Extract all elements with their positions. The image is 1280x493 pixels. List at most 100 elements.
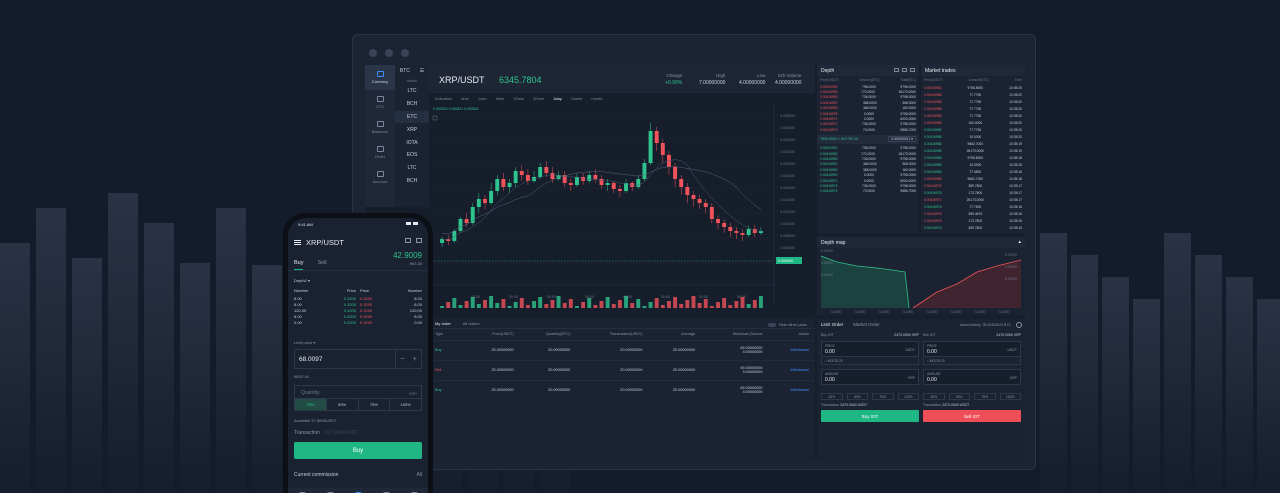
- chart-interval-6[interactable]: 1day: [553, 96, 562, 101]
- chart-add-icon[interactable]: [432, 115, 438, 121]
- coin-item[interactable]: IOTA: [395, 136, 429, 149]
- limit-price-input[interactable]: 68.0097 − +: [294, 349, 422, 369]
- depth-row[interactable]: 0.00416963 368.0000 160.0000: [817, 106, 919, 111]
- depth-precision-select[interactable]: 0.00000001 ▾: [888, 136, 916, 143]
- tab-sell[interactable]: Sell: [317, 260, 326, 270]
- nav-item-order[interactable]: Order: [365, 140, 395, 165]
- settings-icon[interactable]: [1016, 322, 1022, 328]
- sell-pct-75[interactable]: 75%: [974, 393, 996, 400]
- depth-row[interactable]: 0.00416972 736.0000 9798.0000: [817, 183, 919, 188]
- depth-row[interactable]: 0.00416987 368.0000 368.0000: [817, 162, 919, 167]
- depth-row[interactable]: 0.00416973 73.0000 9886.7000: [817, 189, 919, 194]
- buy-pct-100[interactable]: 100%: [897, 393, 919, 400]
- withdrawal-link[interactable]: Withdrawal: [768, 339, 815, 360]
- chart-interval-2[interactable]: 1min: [478, 96, 487, 101]
- coin-item[interactable]: EOS: [395, 149, 429, 162]
- sell-price-field[interactable]: PRICE 0.00 USDT: [923, 341, 1021, 357]
- withdrawal-link[interactable]: Withdrawal: [768, 359, 815, 380]
- depth-row[interactable]: 0.00416983 736.0000 9798.0000: [817, 156, 919, 161]
- window-minimize-dot[interactable]: [385, 49, 393, 57]
- sell-button[interactable]: Sell IOT: [923, 410, 1021, 422]
- depth-row[interactable]: 0.00416983 736.0000 9798.0000: [817, 95, 919, 100]
- depth-view-asks-icon[interactable]: [910, 68, 915, 72]
- hide-pairs-toggle[interactable]: [767, 322, 776, 327]
- buy-pct-50[interactable]: 50%: [846, 393, 868, 400]
- chart-interval-1[interactable]: time: [461, 96, 469, 101]
- phone-pct-75[interactable]: 75%: [359, 399, 391, 410]
- tab-market-order[interactable]: Market Order: [853, 322, 880, 327]
- phone-buy-button[interactable]: Buy: [294, 442, 422, 459]
- buy-pct-25[interactable]: 25%: [821, 393, 843, 400]
- menu-icon[interactable]: [294, 240, 301, 245]
- quantity-input[interactable]: Quantity XRP: [294, 385, 422, 399]
- limit-price-select[interactable]: Limit price ▾: [294, 340, 315, 345]
- buy-price-field[interactable]: PRICE 0.00 USDT: [821, 341, 919, 357]
- depth-row[interactable]: 0.00416993 0.0000 9798.0000: [817, 111, 919, 116]
- depth-row[interactable]: 0.00416983 772.0000 26173.0000: [817, 89, 919, 94]
- coin-item[interactable]: BCH: [395, 98, 429, 111]
- phone-order-book-row[interactable]: 8.00 0.3200 0.3200 8.00: [294, 302, 422, 308]
- window-close-dot[interactable]: [369, 49, 377, 57]
- coin-list-menu-icon[interactable]: ☰: [420, 68, 424, 74]
- phone-depth-select[interactable]: Depth2 ▾: [294, 278, 310, 283]
- withdrawal-link[interactable]: Withdrawal: [768, 379, 815, 400]
- hide-other-pairs[interactable]: Hide other pairs: [767, 322, 807, 327]
- depth-row[interactable]: 0.00416983 772.0000 26173.0000: [817, 151, 919, 156]
- collapse-icon[interactable]: ▴: [1018, 239, 1021, 245]
- increment-button[interactable]: +: [413, 356, 417, 363]
- depth-row[interactable]: 0.00416987 368.0000 368.0000: [817, 100, 919, 105]
- coin-item[interactable]: XRP: [395, 123, 429, 136]
- depth-row[interactable]: 0.00416971 0.0000 6000.0000: [817, 116, 919, 121]
- buy-amount-field[interactable]: AMOUNT 0.00 XRP: [821, 369, 919, 385]
- tab-limit-order[interactable]: Limit Order: [821, 322, 843, 327]
- chart-interval-3[interactable]: 5min: [496, 96, 505, 101]
- phone-order-book-row[interactable]: 120.00 0.3200 0.3200 120.00: [294, 308, 422, 314]
- swap-icon[interactable]: [416, 238, 422, 243]
- chart-interval-4[interactable]: 15min: [513, 96, 524, 101]
- sell-pct-100[interactable]: 100%: [999, 393, 1021, 400]
- tab-buy[interactable]: Buy: [294, 260, 304, 270]
- depth-view-both-icon[interactable]: [894, 68, 899, 72]
- phone-order-book-row[interactable]: 8.00 0.3200 0.3200 8.00: [294, 296, 422, 302]
- window-maximize-dot[interactable]: [401, 49, 409, 57]
- nav-item-otc[interactable]: OTC: [365, 90, 395, 115]
- decrement-button[interactable]: −: [400, 356, 404, 363]
- depth-row[interactable]: 0.00416972 736.0000 9798.0000: [817, 122, 919, 127]
- buy-button[interactable]: Buy IOT: [821, 410, 919, 422]
- phone-pct-25[interactable]: 25%: [295, 399, 327, 410]
- phone-order-book-row[interactable]: 0.00 0.3200 0.3200 0.00: [294, 319, 422, 325]
- depth-row[interactable]: 0.00416963 368.0000 160.0000: [817, 167, 919, 172]
- depth-row[interactable]: 0.00000000 798.0000 9798.0000: [817, 84, 919, 89]
- coin-item[interactable]: BCH: [395, 175, 429, 188]
- depth-row[interactable]: 0.00416973 73.0000 9886.7000: [817, 127, 919, 132]
- phone-pct-50[interactable]: 50%: [327, 399, 359, 410]
- commission-all-link[interactable]: All: [416, 472, 422, 478]
- phone-pair[interactable]: XRP/USDT: [306, 238, 344, 247]
- depth-view-bids-icon[interactable]: [902, 68, 907, 72]
- sell-amount-field[interactable]: AMOUNT 0.00 XRP: [923, 369, 1021, 385]
- phone-pct-100[interactable]: 100%: [390, 399, 421, 410]
- chart-icon[interactable]: [405, 238, 411, 243]
- nav-item-account[interactable]: Account: [365, 165, 395, 190]
- tab-all-orders[interactable]: All orders: [463, 321, 480, 326]
- buy-pct-75[interactable]: 75%: [872, 393, 894, 400]
- tab-my-order[interactable]: My order: [435, 321, 451, 326]
- chart-interval-5[interactable]: 30min: [533, 96, 544, 101]
- candlestick-chart[interactable]: 0.028000 0.026000 0.024000 0.022000 0.020000…: [429, 103, 815, 311]
- depth-row[interactable]: 0.00416993 0.0000 9798.0000: [817, 172, 919, 177]
- depth-row[interactable]: 0.00000000 798.0000 9798.0000: [817, 146, 919, 151]
- chart-interval-0[interactable]: Indicators: [435, 96, 452, 101]
- coin-item[interactable]: ETC: [395, 110, 429, 124]
- price-chart[interactable]: 0.000823 0.000821 0.000821 0.028000 0.026…: [429, 103, 815, 311]
- coin-item[interactable]: LTC: [395, 162, 429, 175]
- selected-base-coin[interactable]: BTC: [400, 68, 410, 74]
- coin-item[interactable]: LTC: [395, 85, 429, 98]
- chart-interval-8[interactable]: month: [591, 96, 602, 101]
- sell-pct-50[interactable]: 50%: [948, 393, 970, 400]
- chart-interval-7[interactable]: 1week: [571, 96, 583, 101]
- sell-pct-25[interactable]: 25%: [923, 393, 945, 400]
- nav-item-currency[interactable]: Currency: [365, 65, 395, 90]
- phone-order-book-row[interactable]: 8.00 0.3200 0.3200 8.00: [294, 313, 422, 319]
- nav-item-balances[interactable]: Balances: [365, 115, 395, 140]
- depth-row[interactable]: 0.00416971 0.0000 6000.0000: [817, 178, 919, 183]
